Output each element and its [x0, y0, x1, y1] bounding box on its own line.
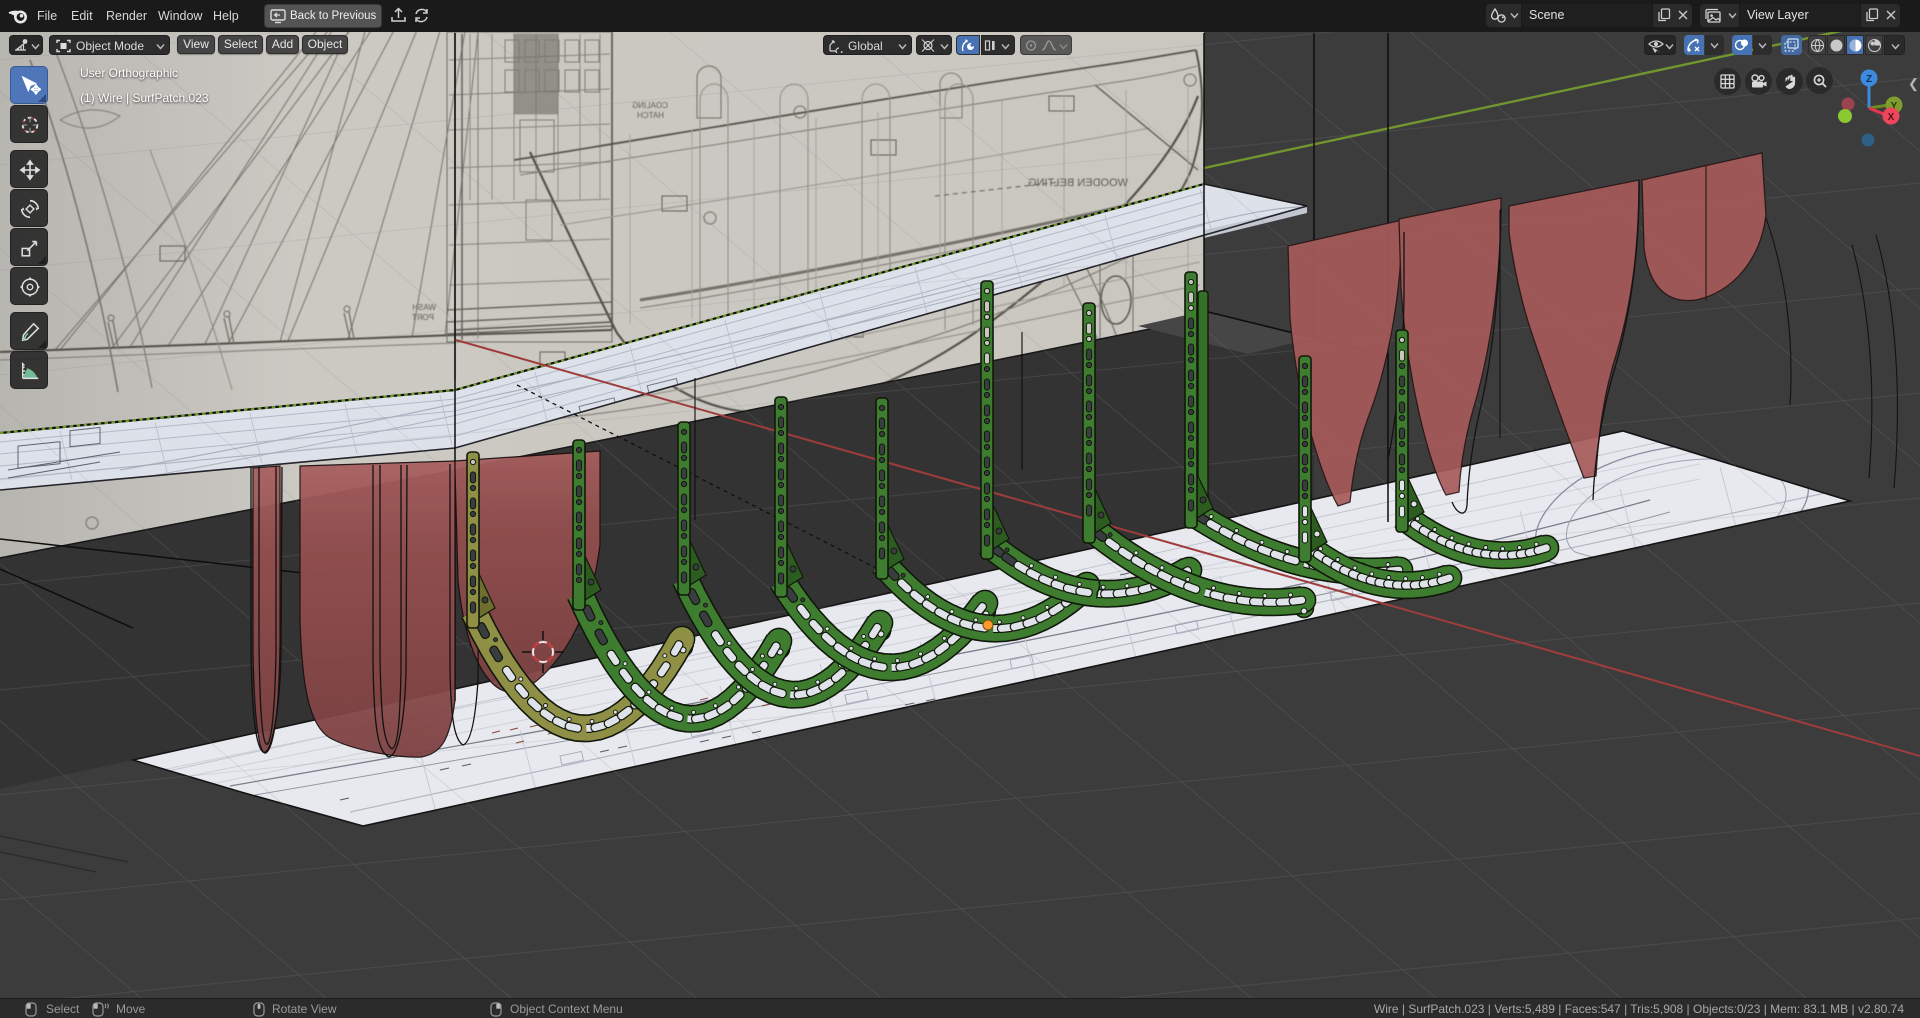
svg-text:WOODEN BELTING: WOODEN BELTING: [1028, 177, 1128, 189]
svg-text:COALING: COALING: [632, 101, 668, 110]
svg-text:PORT: PORT: [412, 313, 434, 322]
svg-text:Z: Z: [1866, 74, 1872, 85]
svg-text:X: X: [1888, 112, 1895, 123]
svg-text:WASH: WASH: [412, 303, 436, 312]
svg-text:HATCH: HATCH: [637, 111, 664, 120]
